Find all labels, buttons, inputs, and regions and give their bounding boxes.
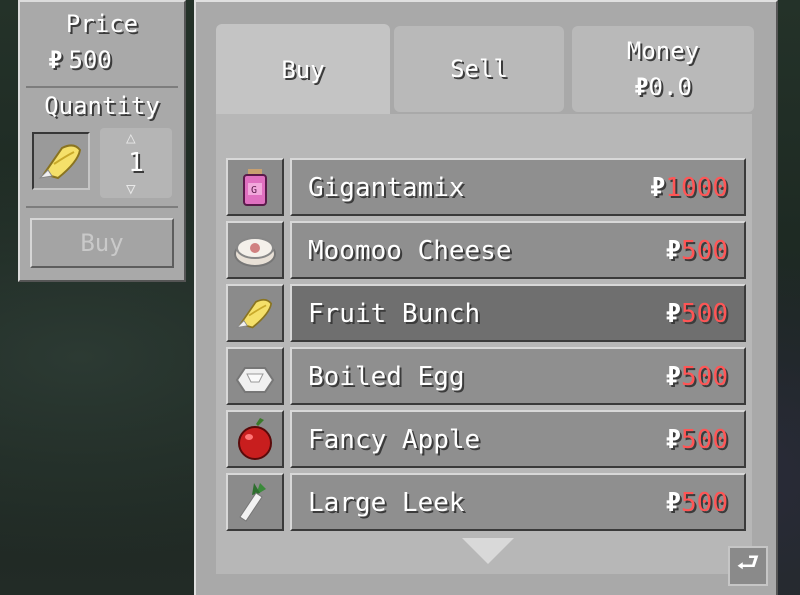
scroll-down-arrow-icon[interactable] [462,538,514,564]
shop-item-row[interactable]: Fancy Apple ₽500 [226,410,746,468]
tab-sell[interactable]: Sell [394,26,564,112]
item-price: ₽500 [665,236,728,266]
item-button[interactable]: Moomoo Cheese ₽500 [290,221,746,279]
item-name: Fruit Bunch [308,299,481,329]
shop-item-row[interactable]: Boiled Egg ₽500 [226,347,746,405]
item-button[interactable]: Boiled Egg ₽500 [290,347,746,405]
item-button[interactable]: Fancy Apple ₽500 [290,410,746,468]
item-name: Boiled Egg [308,362,465,392]
selected-item-slot [32,132,90,190]
money-amount: ₽0.0 [634,73,692,101]
price-value: 500 [68,46,112,74]
shop-item-row[interactable]: G Gigantamix ₽1000 [226,158,746,216]
moomoo-cheese-icon [226,221,284,279]
item-name: Moomoo Cheese [308,236,512,266]
fruit-bunch-icon [226,284,284,342]
shop-panel: Buy Sell Money ₽0.0 G Gigantamix ₽1000 Moom… [194,0,778,595]
quantity-value: 1 [128,148,144,178]
fancy-apple-icon [226,410,284,468]
buy-button[interactable]: Buy [30,218,174,268]
item-price: ₽500 [665,362,728,392]
arrow-up-icon[interactable]: △ [126,128,136,147]
price-label: Price [65,10,139,38]
shop-item-row[interactable]: Moomoo Cheese ₽500 [226,221,746,279]
money-label: Money [626,37,700,65]
arrow-down-icon[interactable]: ▽ [126,179,136,198]
large-leek-icon [226,473,284,531]
price-display: ₽ 500 [48,46,112,74]
item-button[interactable]: Large Leek ₽500 [290,473,746,531]
item-price: ₽500 [665,488,728,518]
svg-text:G: G [251,185,257,196]
purchase-panel: Price ₽ 500 Quantity △ 1 ▽ Buy [18,0,186,282]
currency-symbol: ₽ [48,46,63,74]
item-name: Large Leek [308,488,465,518]
gigantamix-icon: G [226,158,284,216]
item-button[interactable]: Fruit Bunch ₽500 [290,284,746,342]
money-display: Money ₽0.0 [572,26,754,112]
tab-buy[interactable]: Buy [216,24,390,116]
quantity-label: Quantity [44,92,160,120]
shop-item-row[interactable]: Fruit Bunch ₽500 [226,284,746,342]
item-name: Gigantamix [308,173,465,203]
fruit-bunch-icon [38,144,82,180]
item-price: ₽500 [665,299,728,329]
item-name: Fancy Apple [308,425,481,455]
item-button[interactable]: Gigantamix ₽1000 [290,158,746,216]
divider [26,86,178,88]
item-price: ₽500 [665,425,728,455]
back-arrow-icon[interactable]: ⮐ [728,546,768,586]
quantity-stepper[interactable]: △ 1 ▽ [100,128,172,198]
boiled-egg-icon [226,347,284,405]
shop-item-row[interactable]: Large Leek ₽500 [226,473,746,531]
item-price: ₽1000 [649,173,728,203]
divider [26,206,178,208]
